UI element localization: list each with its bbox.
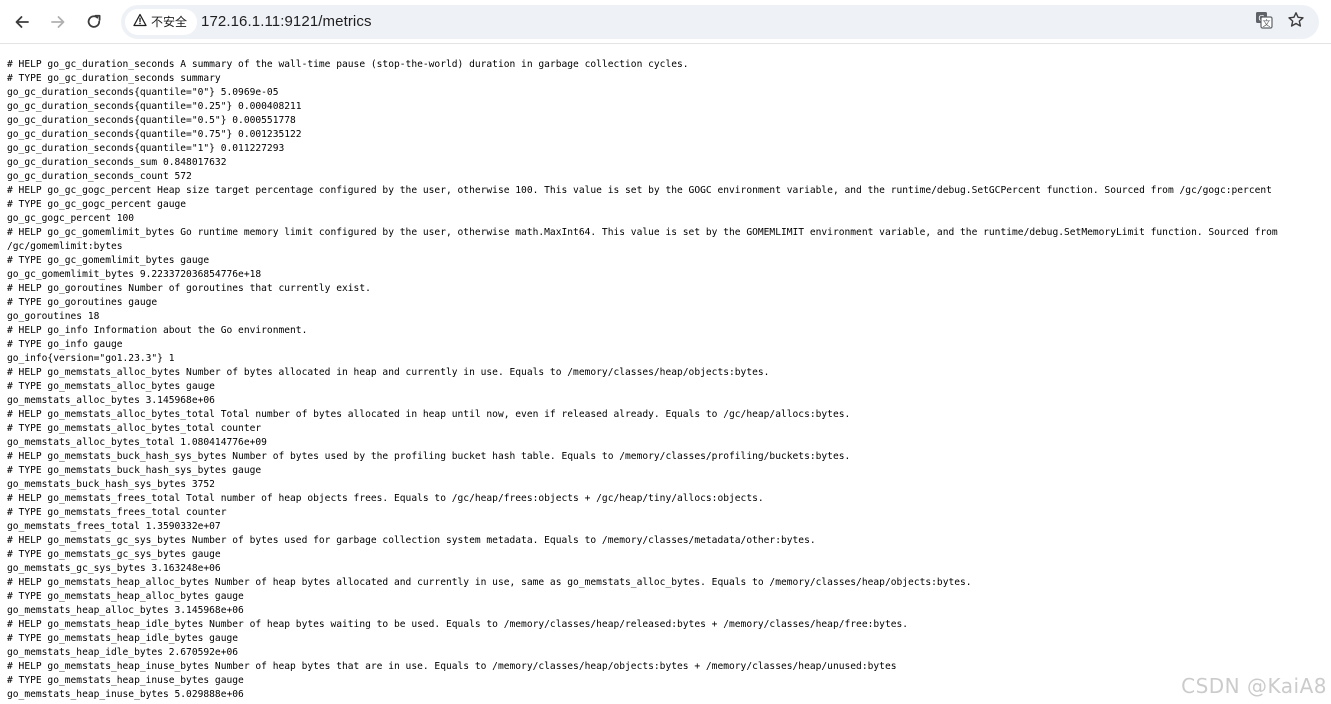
metric-line: # HELP go_gc_gomemlimit_bytes Go runtime… [7,227,1278,238]
metric-line: # HELP go_goroutines Number of goroutine… [7,283,371,294]
metric-line: # HELP go_memstats_frees_total Total num… [7,493,764,504]
metric-line: /gc/gomemlimit:bytes [7,241,123,252]
metric-line: go_info{version="go1.23.3"} 1 [7,353,175,364]
metric-line: # TYPE go_gc_gogc_percent gauge [7,199,187,210]
metric-line: # HELP go_gc_gogc_percent Heap size targ… [7,185,1272,196]
security-indicator[interactable]: 不安全 [125,9,198,35]
metric-line: # HELP go_memstats_heap_alloc_bytes Numb… [7,577,972,588]
metric-line: # HELP go_memstats_alloc_bytes Number of… [7,367,770,378]
metric-line: # TYPE go_memstats_frees_total counter [7,507,227,518]
metric-line: go_gc_duration_seconds_count 572 [7,171,192,182]
metric-line: # HELP go_info Information about the Go … [7,325,308,336]
metric-line: # TYPE go_memstats_heap_inuse_bytes gaug… [7,675,244,686]
arrow-left-icon [13,13,31,31]
translate-button[interactable]: G 文 [1253,11,1275,33]
reload-icon [85,13,103,31]
metric-line: # TYPE go_memstats_heap_alloc_bytes gaug… [7,591,244,602]
svg-text:文: 文 [1263,18,1271,28]
metric-line: go_memstats_heap_inuse_bytes 5.029888e+0… [7,689,244,700]
arrow-right-icon [49,13,67,31]
metric-line: go_gc_duration_seconds_sum 0.848017632 [7,157,227,168]
metric-line: # TYPE go_gc_duration_seconds summary [7,73,221,84]
metrics-text-content: # HELP go_gc_duration_seconds A summary … [0,58,1331,704]
address-bar[interactable]: 不安全 172.16.1.11:9121/metrics G 文 [121,5,1319,39]
metric-line: go_gc_duration_seconds{quantile="0.75"} … [7,129,302,140]
metric-line: go_memstats_gc_sys_bytes 3.163248e+06 [7,563,221,574]
translate-icon: G 文 [1255,11,1273,34]
metric-line: # HELP go_memstats_alloc_bytes_total Tot… [7,409,851,420]
back-button[interactable] [7,7,37,37]
browser-toolbar: 不安全 172.16.1.11:9121/metrics G 文 [0,0,1331,44]
metric-line: go_gc_duration_seconds{quantile="0.5"} 0… [7,115,296,126]
metric-line: go_gc_gomemlimit_bytes 9.223372036854776… [7,269,262,280]
reload-button[interactable] [79,7,109,37]
metric-line: go_gc_gogc_percent 100 [7,213,135,224]
metric-line: # HELP go_memstats_heap_idle_bytes Numbe… [7,619,909,630]
metrics-lines: # HELP go_gc_duration_seconds A summary … [0,58,1331,702]
metric-line: go_memstats_heap_idle_bytes 2.670592e+06 [7,647,239,658]
metric-line: go_memstats_alloc_bytes_total 1.08041477… [7,437,267,448]
bookmark-button[interactable] [1285,11,1307,33]
metric-line: # HELP go_memstats_gc_sys_bytes Number o… [7,535,816,546]
star-icon [1287,11,1305,34]
metric-line: # TYPE go_memstats_heap_idle_bytes gauge [7,633,239,644]
metric-line: # TYPE go_gc_gomemlimit_bytes gauge [7,255,210,266]
security-label: 不安全 [151,15,188,29]
metric-line: go_memstats_alloc_bytes 3.145968e+06 [7,395,215,406]
metric-line: go_gc_duration_seconds{quantile="1"} 0.0… [7,143,285,154]
metric-line: go_memstats_heap_alloc_bytes 3.145968e+0… [7,605,244,616]
metric-line: # TYPE go_memstats_alloc_bytes_total cou… [7,423,262,434]
metric-line: # TYPE go_memstats_gc_sys_bytes gauge [7,549,221,560]
metric-line: # HELP go_gc_duration_seconds A summary … [7,59,689,70]
metric-line: go_memstats_buck_hash_sys_bytes 3752 [7,479,215,490]
metric-line: go_gc_duration_seconds{quantile="0"} 5.0… [7,87,279,98]
forward-button[interactable] [43,7,73,37]
metric-line: # TYPE go_info gauge [7,339,123,350]
url-text[interactable]: 172.16.1.11:9121/metrics [201,5,372,39]
warning-triangle-icon [133,13,147,32]
metric-line: # TYPE go_memstats_buck_hash_sys_bytes g… [7,465,262,476]
metric-line: # TYPE go_memstats_alloc_bytes gauge [7,381,215,392]
metric-line: # HELP go_memstats_heap_inuse_bytes Numb… [7,661,897,672]
metric-line: go_gc_duration_seconds{quantile="0.25"} … [7,101,302,112]
metric-line: # HELP go_memstats_buck_hash_sys_bytes N… [7,451,851,462]
metric-line: # TYPE go_goroutines gauge [7,297,158,308]
metric-line: go_memstats_frees_total 1.3590332e+07 [7,521,221,532]
metric-line: go_goroutines 18 [7,311,100,322]
